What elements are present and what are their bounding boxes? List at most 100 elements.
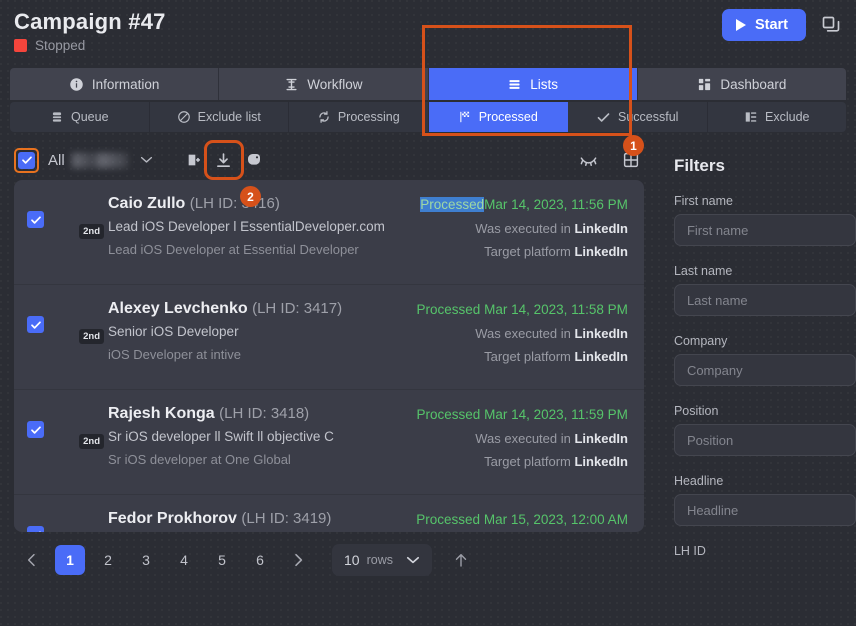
last-name-input[interactable] <box>673 284 856 316</box>
row-executed: Was executed in LinkedIn <box>417 430 628 448</box>
tag-icon[interactable] <box>241 147 267 173</box>
page-5[interactable]: 5 <box>207 545 237 575</box>
page-4[interactable]: 4 <box>169 545 199 575</box>
tab-information[interactable]: Information <box>10 68 220 100</box>
table-row[interactable]: 2nd Rajesh Konga (LH ID: 3418) Sr iOS de… <box>14 390 644 495</box>
connection-degree-badge: 2nd <box>79 433 104 449</box>
check-icon <box>597 112 610 122</box>
row-status-info: Processed Mar 15, 2023, 12:00 AM Was exe… <box>416 508 628 532</box>
filter-last-name-label: Last name <box>673 264 733 278</box>
callout-badge-2: 2 <box>240 186 261 207</box>
tab-exclude[interactable]: Exclude <box>708 102 847 132</box>
tab-dashboard[interactable]: Dashboard <box>638 68 846 100</box>
body: All 2nd Caio Zullo (LH ID: 3416) Lead iO… <box>0 140 856 616</box>
list-icon <box>509 79 520 89</box>
row-primary-info: Caio Zullo (LH ID: 3416) Lead iOS Develo… <box>108 193 420 259</box>
table-row[interactable]: 2nd Caio Zullo (LH ID: 3416) Lead iOS De… <box>14 180 644 285</box>
tab-exclude-list[interactable]: Exclude list <box>150 102 289 132</box>
copy-icon[interactable] <box>820 14 842 36</box>
contact-name-text: Alexey Levchenko <box>108 300 248 317</box>
page-2[interactable]: 2 <box>93 545 123 575</box>
row-status-word: Processed <box>420 197 485 212</box>
row-executed: Was executed in LinkedIn <box>420 220 628 238</box>
table-row[interactable]: 2nd Alexey Levchenko (LH ID: 3417) Senio… <box>14 285 644 390</box>
row-status-date: Mar 14, 2023, 11:56 PM <box>484 197 628 212</box>
table-row[interactable]: 2nd Fedor Prokhorov (LH ID: 3419) iOS De… <box>14 495 644 532</box>
tab-processed[interactable]: Processed <box>428 102 568 132</box>
select-all-chevron-down-icon[interactable] <box>140 156 153 164</box>
flag-icon <box>460 111 469 123</box>
processed-list: 2nd Caio Zullo (LH ID: 3416) Lead iOS De… <box>14 180 644 532</box>
row-status: Processed Mar 14, 2023, 11:59 PM <box>417 404 628 425</box>
chevron-left-icon[interactable] <box>17 545 47 575</box>
chevron-down-icon <box>406 556 420 565</box>
row-status-date: Mar 14, 2023, 11:58 PM <box>484 302 628 317</box>
tab-exclude-list-label: Exclude list <box>197 110 261 124</box>
toolbar-actions <box>181 140 267 180</box>
company-input[interactable] <box>673 354 856 386</box>
row-executed-value: LinkedIn <box>574 221 628 236</box>
contact-position: Lead iOS Developer at Essential Develope… <box>108 242 359 257</box>
row-platform: Target platform LinkedIn <box>417 453 628 471</box>
row-status-word: Processed <box>416 512 481 527</box>
tab-queue[interactable]: Queue <box>10 102 150 132</box>
row-status: Processed Mar 15, 2023, 12:00 AM <box>416 509 628 530</box>
tab-successful[interactable]: Successful <box>568 102 708 132</box>
row-platform: Target platform LinkedIn <box>417 348 628 366</box>
eye-off-icon[interactable] <box>576 147 602 173</box>
position-input[interactable] <box>673 424 856 456</box>
contact-name-text: Fedor Prokhorov <box>108 510 237 527</box>
row-checkbox[interactable] <box>27 526 44 532</box>
rows-per-page-label: rows <box>366 553 393 567</box>
tab-processing[interactable]: Processing <box>289 102 429 132</box>
dashboard-icon <box>699 78 711 90</box>
row-checkbox[interactable] <box>27 316 44 333</box>
page-title: Campaign #47 <box>14 9 166 34</box>
headline-input[interactable] <box>673 494 856 526</box>
row-platform: Target platform LinkedIn <box>420 243 628 261</box>
filter-lh-id-label: LH ID <box>673 544 706 558</box>
tab-lists[interactable]: Lists <box>428 68 638 100</box>
row-status: Processed Mar 14, 2023, 11:58 PM <box>417 299 628 320</box>
contact-headline: Sr iOS developer ll Swift ll objective C <box>108 429 334 444</box>
row-checkbox[interactable] <box>27 421 44 438</box>
contact-name: Fedor Prokhorov (LH ID: 3419) <box>108 508 416 529</box>
status-label: Stopped <box>35 38 86 53</box>
row-primary-info: Rajesh Konga (LH ID: 3418) Sr iOS develo… <box>108 403 417 469</box>
rows-per-page-select[interactable]: 10 rows <box>332 544 432 576</box>
row-executed-label: Was executed in <box>475 326 571 341</box>
add-to-list-icon[interactable] <box>181 147 207 173</box>
page-1[interactable]: 1 <box>55 545 85 575</box>
arrow-up-icon[interactable] <box>452 551 470 569</box>
page-3[interactable]: 3 <box>131 545 161 575</box>
filter-position: Position <box>673 404 856 456</box>
select-all-checkbox[interactable] <box>18 151 35 169</box>
tab-exclude-label: Exclude <box>765 110 810 124</box>
row-checkbox[interactable] <box>27 211 44 228</box>
filter-company: Company <box>673 334 856 386</box>
chevron-right-icon[interactable] <box>283 545 313 575</box>
row-platform-value: LinkedIn <box>574 244 628 259</box>
contact-lh-id: (LH ID: 3417) <box>252 300 343 317</box>
tab-workflow-label: Workflow <box>307 76 363 92</box>
avatar: 2nd <box>56 195 104 239</box>
select-all-label: All <box>48 151 65 169</box>
filter-company-label: Company <box>673 334 728 348</box>
row-platform-value: LinkedIn <box>574 454 628 469</box>
row-platform-value: LinkedIn <box>574 349 628 364</box>
avatar: 2nd <box>56 300 104 344</box>
block-icon <box>177 111 190 123</box>
page-6[interactable]: 6 <box>245 545 275 575</box>
download-button[interactable] <box>203 140 244 180</box>
first-name-input[interactable] <box>673 214 856 246</box>
row-platform-label: Target platform <box>484 454 571 469</box>
tab-queue-label: Queue <box>70 110 109 124</box>
primary-tab-bar: Information Workflow Lists Dashboard <box>10 68 846 100</box>
tab-workflow[interactable]: Workflow <box>219 68 429 100</box>
tab-successful-label: Successful <box>618 110 679 124</box>
row-executed-value: LinkedIn <box>574 431 628 446</box>
start-button[interactable]: Start <box>721 9 806 41</box>
contact-name-text: Caio Zullo <box>108 195 186 212</box>
header-actions: Start <box>721 9 842 41</box>
connection-degree-badge: 2nd <box>79 223 104 239</box>
